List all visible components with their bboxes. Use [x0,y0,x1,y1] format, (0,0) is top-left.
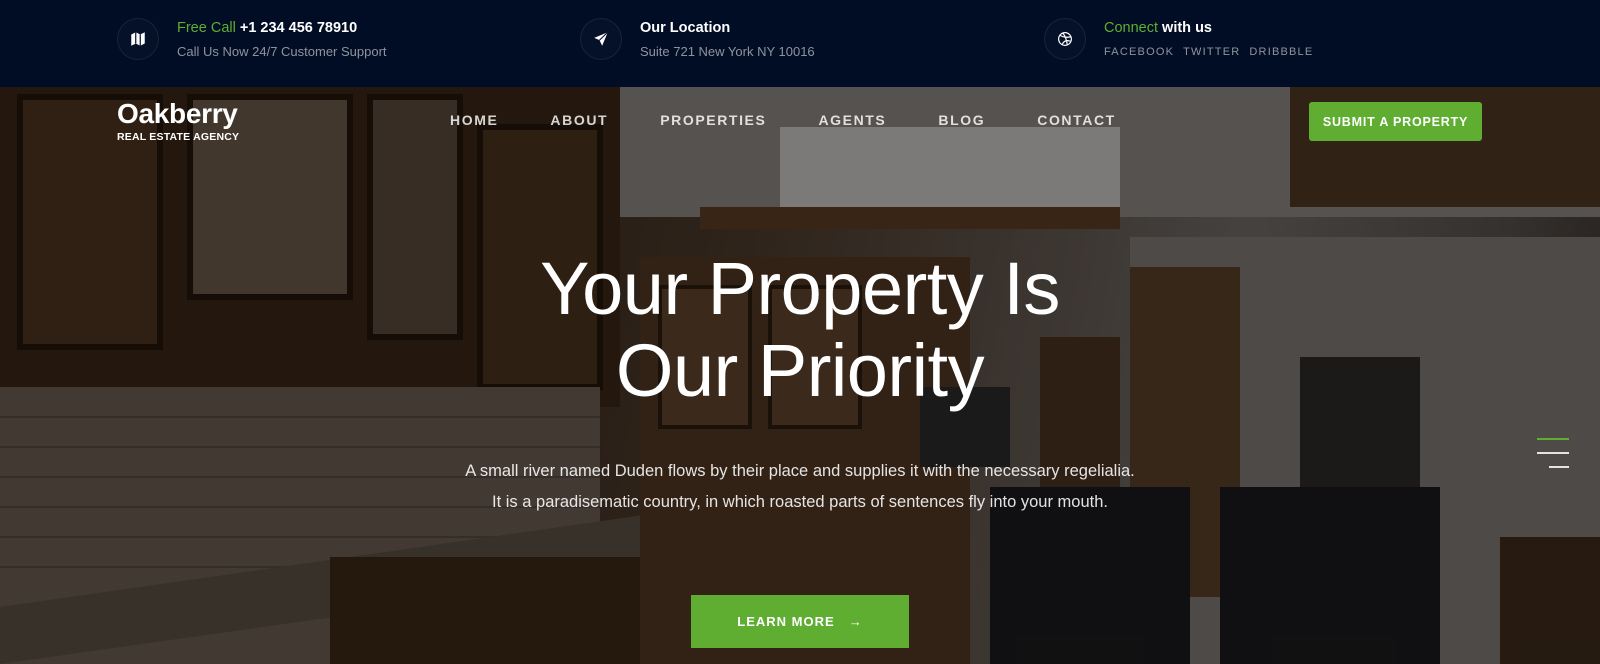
nav-agents[interactable]: AGENTS [818,110,886,130]
hero-title-line-2: Our Priority [615,329,985,412]
nav-blog[interactable]: BLOG [938,110,985,130]
hero-text: A small river named Duden flows by their… [465,462,1135,511]
location-address: Suite 721 New York NY 10016 [640,44,815,59]
slider-indicators [1537,438,1569,480]
brand-name: Oakberry [117,98,238,129]
dribbble-link[interactable]: DRIBBBLE [1249,43,1313,61]
paper-plane-icon [580,18,622,60]
facebook-link[interactable]: FACEBOOK [1104,43,1174,61]
location-info: Our Location Suite 721 New York NY 10016 [580,18,815,64]
connect-info: Connect with us FACEBOOK TWITTER DRIBBBL… [1044,18,1313,64]
nav-contact[interactable]: CONTACT [1037,110,1116,130]
slide-indicator-1[interactable] [1537,438,1569,440]
location-title: Our Location [640,20,731,36]
hero-title: Your Property Is Our Priority [400,248,1200,412]
connect-accent: Connect [1104,20,1159,36]
twitter-link[interactable]: TWITTER [1183,43,1240,61]
call-label: Free Call [177,20,236,36]
learn-more-button[interactable]: LEARN MORE → [691,595,909,648]
dribbble-icon [1044,18,1086,60]
arrow-right-icon: → [848,614,863,629]
call-info: Free Call +1 234 456 78910 Call Us Now 2… [117,18,387,64]
map-icon [117,18,159,60]
nav-properties[interactable]: PROPERTIES [660,110,766,130]
social-links: FACEBOOK TWITTER DRIBBBLE [1104,43,1313,61]
phone-number[interactable]: +1 234 456 78910 [240,20,357,36]
slide-indicator-3[interactable] [1549,466,1569,468]
connect-rest: with us [1158,20,1212,36]
submit-property-button[interactable]: SUBMIT A PROPERTY [1309,102,1482,141]
brand-tagline: REAL ESTATE AGENCY [117,131,240,143]
learn-more-label: LEARN MORE [737,614,835,629]
nav-home[interactable]: HOME [450,110,498,130]
brand-logo[interactable]: Oakberry REAL ESTATE AGENCY [117,100,239,144]
call-subtext: Call Us Now 24/7 Customer Support [177,44,387,59]
nav-about[interactable]: ABOUT [550,110,608,130]
slide-indicator-2[interactable] [1537,452,1569,454]
hero-title-line-1: Your Property Is [540,247,1060,330]
main-nav: HOME ABOUT PROPERTIES AGENTS BLOG CONTAC… [450,110,1168,130]
top-bar: Free Call +1 234 456 78910 Call Us Now 2… [0,0,1600,87]
